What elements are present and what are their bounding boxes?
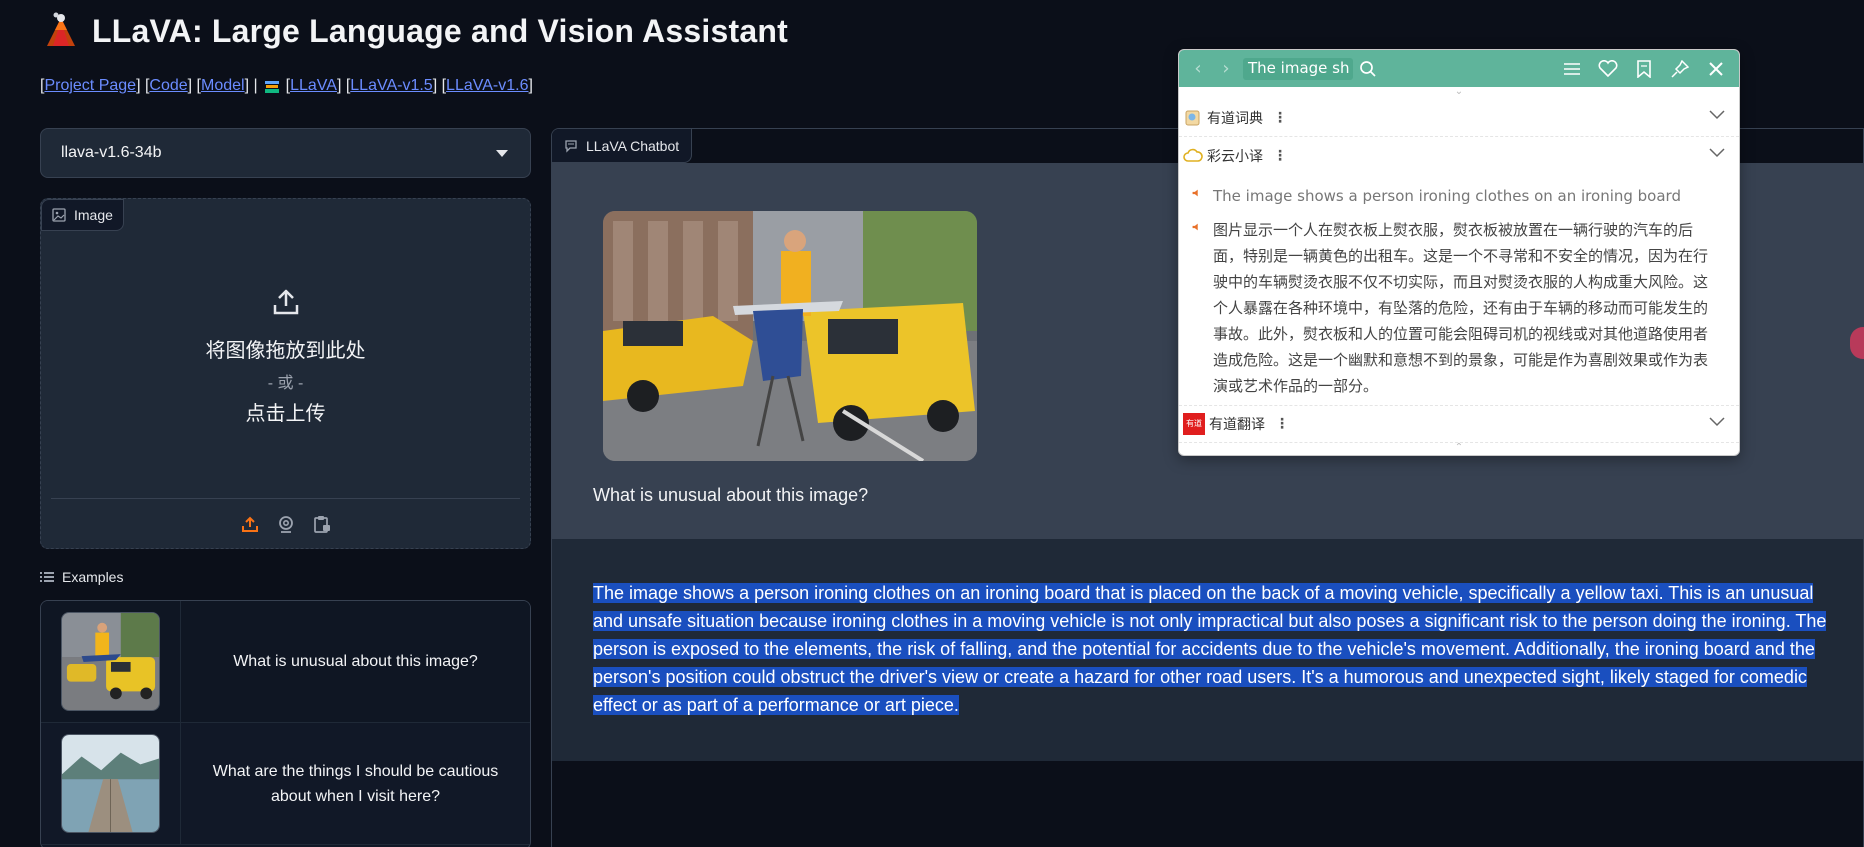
page-title: LLaVA: Large Language and Vision Assista… <box>92 12 788 49</box>
english-source-line: The image shows a person ironing clothes… <box>1179 175 1739 209</box>
clipboard-icon[interactable] <box>312 514 332 534</box>
dict-section-youdao-translate[interactable]: 有道 有道翻译 ⋮ <box>1179 405 1739 443</box>
link-llava-v15[interactable]: LLaVA-v1.5 <box>350 77 432 95</box>
upload-icon <box>273 289 298 315</box>
taxi-ironing-photo <box>603 211 977 461</box>
speaker-icon[interactable] <box>1189 183 1203 197</box>
bot-answer-text: The image shows a person ironing clothes… <box>593 583 1827 715</box>
chevron-down-icon[interactable] <box>1709 110 1725 120</box>
image-source-toolbar <box>51 498 520 548</box>
or-separator: - 或 - <box>267 375 304 392</box>
bot-message: The image shows a person ironing clothes… <box>552 539 1863 761</box>
link-project-page[interactable]: Project Page <box>44 77 136 95</box>
link-code[interactable]: Code <box>149 77 187 95</box>
popup-header: ‹ › The image sh <box>1179 50 1739 87</box>
example-question: What is unusual about this image? <box>233 653 478 670</box>
collapse-up-icon[interactable]: ⌄ <box>1179 87 1739 99</box>
books-icon <box>264 81 279 93</box>
left-column: llava-v1.6-34b Image 将图像拖放到此处 - 或 - 点击上传 <box>40 128 531 847</box>
image-icon <box>52 208 66 222</box>
link-model[interactable]: Model <box>201 77 245 95</box>
taxi-ironing-thumbnail <box>61 612 160 711</box>
examples-label: Examples <box>40 569 123 585</box>
upload-source-icon[interactable] <box>240 514 260 534</box>
image-block-label: Image <box>41 199 124 231</box>
chatbot-label: LLaVA Chatbot <box>552 129 693 163</box>
webcam-icon[interactable] <box>276 514 296 534</box>
dictionary-icon <box>1185 110 1200 125</box>
model-dropdown-value: llava-v1.6-34b <box>61 144 162 161</box>
example-question: What are the things I should be cautious… <box>212 762 499 805</box>
pin-icon[interactable] <box>1665 57 1695 81</box>
more-options-icon[interactable]: ⋮ <box>1275 416 1289 432</box>
chat-icon <box>565 139 577 153</box>
cloud-icon <box>1183 148 1203 162</box>
chinese-translation: 图片显示一个人在熨衣板上熨衣服，熨衣板被放置在一辆行驶的汽车的后面，特别是一辆黄… <box>1179 209 1739 399</box>
example-row[interactable]: What is unusual about this image? <box>41 601 530 723</box>
model-dropdown[interactable]: llava-v1.6-34b <box>40 128 531 178</box>
popup-search-input[interactable]: The image sh <box>1243 57 1353 80</box>
youdao-logo-icon: 有道 <box>1183 413 1205 435</box>
example-row[interactable]: What are the things I should be cautious… <box>41 723 530 845</box>
header-links: [Project Page] [Code] [Model] | [LLaVA] … <box>40 77 533 95</box>
back-arrow-icon[interactable]: ‹ <box>1187 58 1209 79</box>
drop-hint: 将图像拖放到此处 <box>205 340 366 362</box>
lake-pier-thumbnail <box>61 734 160 833</box>
chevron-down-icon[interactable] <box>1709 417 1725 427</box>
heart-icon[interactable] <box>1593 57 1623 81</box>
more-options-icon[interactable]: ⋮ <box>1273 110 1287 126</box>
translation-popup: ‹ › The image sh ⌄ 有道词典 ⋮ 彩云小译 ⋮ The ima… <box>1178 49 1740 456</box>
volcano-icon <box>47 12 75 46</box>
bookmark-icon[interactable] <box>1629 57 1659 81</box>
collapse-down-icon[interactable]: ⌃ <box>1179 443 1739 455</box>
forward-arrow-icon[interactable]: › <box>1215 58 1237 79</box>
link-llava-v16[interactable]: LLaVA-v1.6 <box>446 77 528 95</box>
app-header: LLaVA: Large Language and Vision Assista… <box>42 12 788 50</box>
chevron-down-icon <box>496 149 508 157</box>
chevron-down-icon[interactable] <box>1709 148 1725 158</box>
examples-table: What is unusual about this image? What a… <box>40 600 531 847</box>
menu-icon[interactable] <box>1557 57 1587 81</box>
upload-dropzone[interactable]: 将图像拖放到此处 - 或 - 点击上传 <box>41 287 530 426</box>
floating-edge-button[interactable] <box>1850 327 1864 359</box>
list-icon <box>40 572 54 582</box>
close-icon[interactable] <box>1701 57 1731 81</box>
dict-section-caiyun[interactable]: 彩云小译 ⋮ <box>1179 137 1739 175</box>
more-options-icon[interactable]: ⋮ <box>1273 148 1287 164</box>
user-question: What is unusual about this image? <box>593 485 869 505</box>
search-icon[interactable] <box>1359 60 1377 78</box>
dict-section-youdao[interactable]: 有道词典 ⋮ <box>1179 99 1739 137</box>
speaker-icon[interactable] <box>1189 217 1203 231</box>
image-upload-box[interactable]: Image 将图像拖放到此处 - 或 - 点击上传 <box>40 198 531 549</box>
click-upload-hint: 点击上传 <box>245 403 326 425</box>
link-llava[interactable]: LLaVA <box>290 77 337 95</box>
